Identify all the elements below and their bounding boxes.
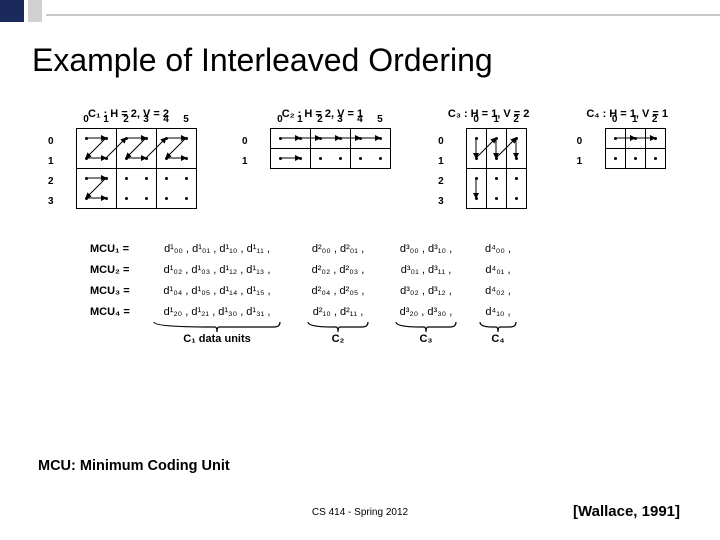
component-3: C₃ : H = 1, V = 20120123: [448, 108, 530, 209]
underbrace: C₁ data units: [152, 321, 282, 345]
mcu-row: MCU₄ =d¹₂₀ , d¹₂₁ , d¹₃₀ , d¹₃₁ , d²₁₀ , …: [90, 302, 668, 323]
citation-text: [Wallace, 1991]: [573, 503, 680, 520]
mcu-label: MCU₂ =: [90, 260, 152, 281]
underbrace-label: C₂: [332, 333, 345, 345]
mcu-group: d⁴₀₀ ,: [478, 239, 518, 260]
component-1: C₁ : H = 2, V = 20123450123: [60, 108, 197, 209]
mcu-label: MCU₃ =: [90, 281, 152, 302]
mcu-row: MCU₃ =d¹₀₄ , d¹₀₅ , d¹₁₄ , d¹₁₅ , d²₀₄ , …: [90, 281, 668, 302]
mcu-group: d¹₀₀ , d¹₀₁ , d¹₁₀ , d¹₁₁ ,: [152, 239, 282, 260]
slide-accent: [0, 0, 720, 22]
mcu-group: d⁴₁₀ ,: [478, 302, 518, 323]
underbrace: C₃: [394, 321, 458, 345]
underbrace-label: C₃: [419, 333, 432, 345]
mcu-row: MCU₁ =d¹₀₀ , d¹₀₁ , d¹₁₀ , d¹₁₁ , d²₀₀ , …: [90, 239, 668, 260]
mcu-group: d³₀₂ , d³₁₂ ,: [394, 281, 458, 302]
mcu-group: d⁴₀₁ ,: [478, 260, 518, 281]
underbrace-label: C₄: [491, 333, 504, 345]
mcu-group: d²₀₄ , d²₀₅ ,: [306, 281, 370, 302]
mcu-group: d²₀₂ , d²₀₃ ,: [306, 260, 370, 281]
mcu-label: MCU₁ =: [90, 239, 152, 260]
mcu-group: d³₀₀ , d³₁₀ ,: [394, 239, 458, 260]
mcu-group: d²₁₀ , d²₁₁ ,: [306, 302, 370, 323]
component-2: C₂ : H = 2, V = 101234501: [254, 108, 391, 169]
mcu-label: MCU₄ =: [90, 302, 152, 323]
mcu-row: MCU₂ =d¹₀₂ , d¹₀₃ , d¹₁₂ , d¹₁₃ , d²₀₂ , …: [90, 260, 668, 281]
mcu-group: d⁴₀₂ ,: [478, 281, 518, 302]
mcu-group: d²₀₀ , d²₀₁ ,: [306, 239, 370, 260]
mcu-group: d¹₀₂ , d¹₀₃ , d¹₁₂ , d¹₁₃ ,: [152, 260, 282, 281]
underbrace: C₂: [306, 321, 370, 345]
mcu-group: d³₂₀ , d³₃₀ ,: [394, 302, 458, 323]
underbrace: C₄: [478, 321, 518, 345]
mcu-group: d³₀₁ , d³₁₁ ,: [394, 260, 458, 281]
mcu-group: d¹₂₀ , d¹₂₁ , d¹₃₀ , d¹₃₁ ,: [152, 302, 282, 323]
page-title: Example of Interleaved Ordering: [32, 42, 493, 79]
underbrace-label: C₁ data units: [183, 333, 251, 345]
diagram-area: C₁ : H = 2, V = 20123450123 C₂ : H = 2, V…: [60, 108, 668, 345]
subtitle-text: MCU: Minimum Coding Unit: [38, 458, 230, 474]
mcu-group: d¹₀₄ , d¹₀₅ , d¹₁₄ , d¹₁₅ ,: [152, 281, 282, 302]
component-4: C₄ : H = 1, V = 101201: [586, 108, 668, 169]
